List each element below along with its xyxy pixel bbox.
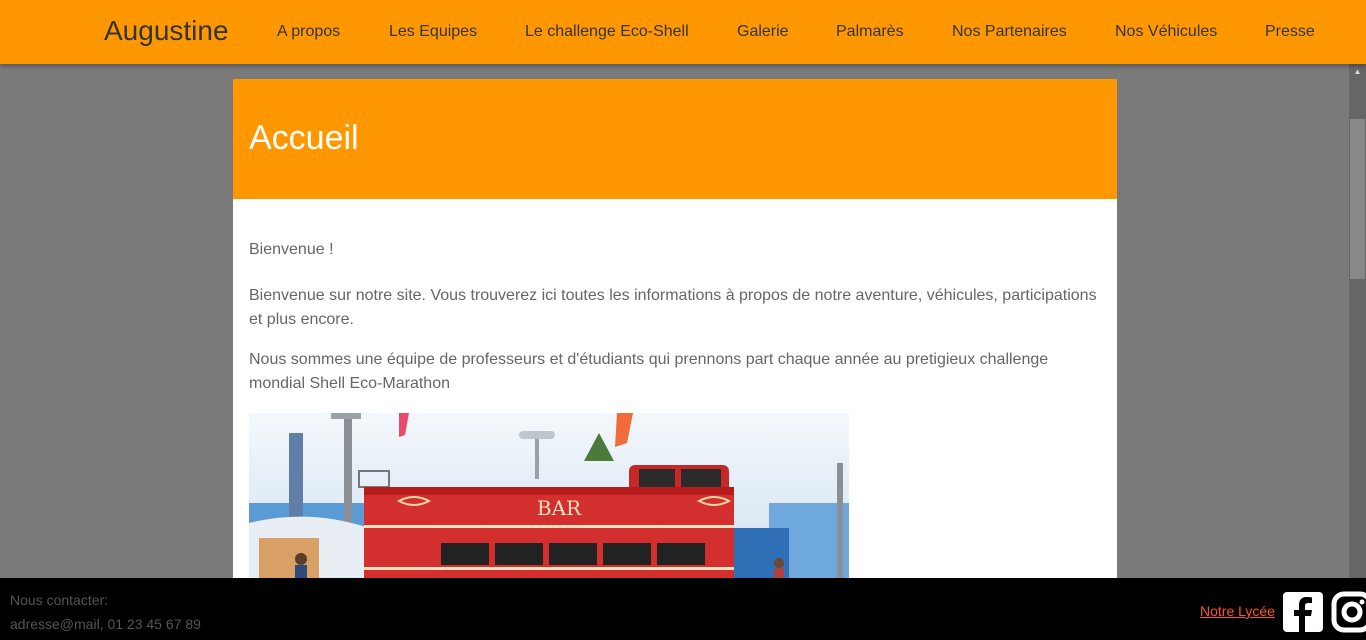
scroll-thumb[interactable] (1350, 119, 1365, 279)
nav-link-les-equipes[interactable]: Les Equipes (389, 23, 477, 41)
card-header: Accueil (233, 79, 1117, 199)
intro-paragraph: Bienvenue sur notre site. Vous trouverez… (249, 287, 1097, 328)
contact-info: adresse@mail, 01 23 45 67 89 (10, 616, 201, 632)
event-photo: BAR (249, 413, 849, 583)
nav-link-galerie[interactable]: Galerie (737, 23, 789, 41)
nav-link-partenaires[interactable]: Nos Partenaires (952, 23, 1067, 41)
page-footer: Nous contacter: adresse@mail, 01 23 45 6… (0, 578, 1366, 640)
nav-link-presse[interactable]: Presse (1265, 23, 1315, 41)
top-navbar: Augustine A propos Les Equipes Le challe… (0, 0, 1366, 64)
scroll-up-arrow-icon[interactable]: ▲ (1349, 64, 1366, 80)
welcome-text: Bienvenue ! (249, 241, 334, 258)
nav-link-vehicules[interactable]: Nos Véhicules (1115, 23, 1217, 41)
facebook-icon[interactable] (1283, 592, 1323, 632)
nav-link-a-propos[interactable]: A propos (277, 23, 340, 41)
page-title: Accueil (249, 119, 359, 157)
content-card: Accueil Bienvenue ! Bienvenue sur notre … (233, 79, 1117, 599)
contact-label: Nous contacter: (10, 592, 109, 608)
page-scrollbar[interactable]: ▲ (1349, 64, 1366, 578)
school-link[interactable]: Notre Lycée (1200, 603, 1275, 619)
brand-logo[interactable]: Augustine (104, 15, 229, 47)
team-paragraph: Nous sommes une équipe de professeurs et… (249, 351, 1049, 392)
nav-link-challenge[interactable]: Le challenge Eco-Shell (525, 23, 689, 41)
bus-sign-text: BAR (537, 496, 582, 520)
instagram-icon[interactable] (1331, 591, 1366, 633)
nav-link-palmares[interactable]: Palmarès (836, 23, 904, 41)
